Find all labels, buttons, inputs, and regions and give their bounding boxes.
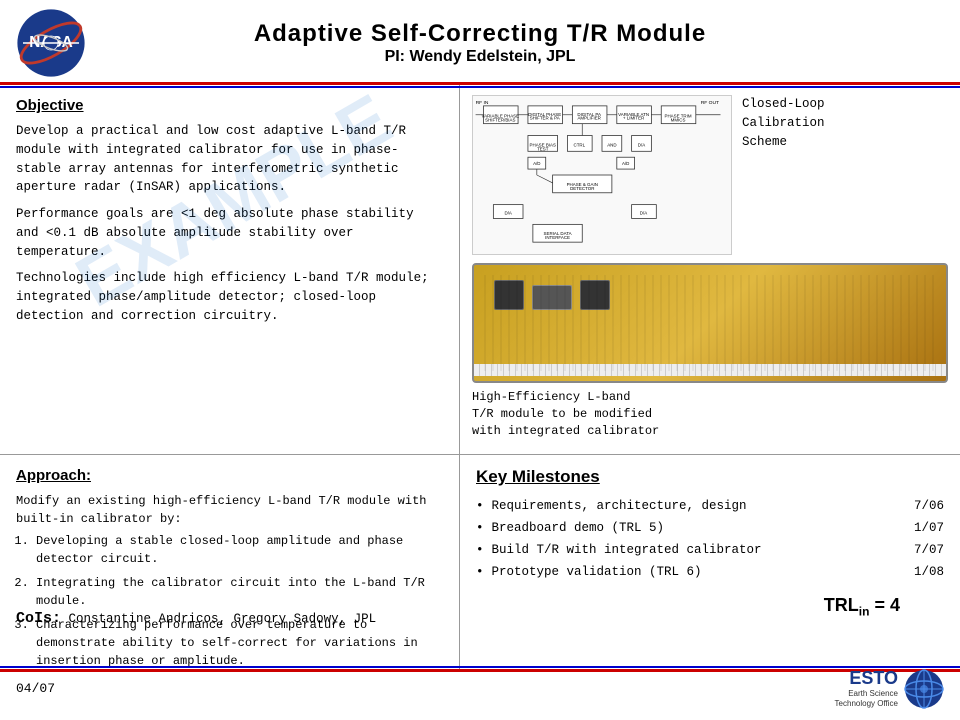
- approach-panel: Approach: Modify an existing high-effici…: [0, 455, 460, 669]
- calibration-label-block: Closed-LoopCalibrationScheme: [742, 95, 825, 255]
- trl-line: TRLin = 4: [824, 595, 900, 619]
- milestone-text-2: Build T/R with integrated calibrator: [492, 543, 762, 557]
- svg-text:D/A: D/A: [640, 211, 647, 216]
- svg-text:+ LIMITER: + LIMITER: [623, 116, 644, 121]
- milestone-text-0: Requirements, architecture, design: [492, 499, 747, 513]
- objective-para-3: Technologies include high efficiency L-b…: [16, 269, 443, 325]
- esto-logo: ESTO Earth ScienceTechnology Office: [835, 668, 944, 708]
- milestone-text-3: Prototype validation (TRL 6): [492, 565, 702, 579]
- svg-text:RF IN: RF IN: [476, 100, 489, 106]
- svg-text:TEST: TEST: [537, 146, 549, 151]
- calibration-label: Closed-LoopCalibrationScheme: [742, 95, 825, 151]
- svg-text:RF OUT: RF OUT: [701, 100, 719, 106]
- device-photo: [472, 263, 948, 383]
- device-caption: High-Efficiency L-bandT/R module to be m…: [472, 389, 948, 439]
- title-block: Adaptive Self-Correcting T/R Module PI: …: [86, 20, 874, 66]
- svg-text:A/D: A/D: [622, 161, 629, 166]
- milestones-heading: Key Milestones: [476, 467, 944, 487]
- milestone-date-1: 1/07: [914, 521, 944, 535]
- bullet-2: •: [476, 543, 484, 557]
- bullet-0: •: [476, 499, 484, 513]
- milestone-text-1: Breadboard demo (TRL 5): [492, 521, 665, 535]
- milestone-date-0: 7/06: [914, 499, 944, 513]
- top-section: Objective Develop a practical and low co…: [0, 85, 960, 455]
- cois-line: CoIs: Constantine Andricos, Gregory Sado…: [16, 610, 376, 627]
- milestone-item-1: • Breadboard demo (TRL 5) 1/07: [476, 521, 944, 535]
- trl-subscript: in: [859, 605, 870, 619]
- chip-2: [532, 285, 572, 310]
- svg-text:INTERFACE: INTERFACE: [545, 235, 570, 240]
- diagram-area: RF IN RF OUT VARIABLE PHASE SHIFTER/BIAS…: [472, 95, 948, 255]
- nasa-logo: NASA: [16, 8, 86, 78]
- bottom-section: Approach: Modify an existing high-effici…: [0, 455, 960, 669]
- chip-1: [494, 280, 524, 310]
- cois-label: CoIs:: [16, 610, 61, 627]
- bullet-1: •: [476, 521, 484, 535]
- footer-date: 04/07: [16, 681, 55, 696]
- trl-label: TRL: [824, 595, 859, 615]
- right-top-panel: RF IN RF OUT VARIABLE PHASE SHIFTER/BIAS…: [460, 85, 960, 454]
- page-footer: 04/07 ESTO Earth ScienceTechnology Offic…: [0, 669, 960, 705]
- svg-text:SHIFTER/BIAS: SHIFTER/BIAS: [485, 118, 515, 123]
- svg-text:D/A: D/A: [638, 142, 645, 147]
- milestone-date-3: 1/08: [914, 565, 944, 579]
- milestone-item-3: • Prototype validation (TRL 6) 1/08: [476, 565, 944, 579]
- approach-steps: Developing a stable closed-loop amplitud…: [36, 532, 443, 670]
- milestones-panel: Key Milestones • Requirements, architect…: [460, 455, 960, 669]
- approach-heading: Approach:: [16, 467, 443, 484]
- cois-names: Constantine Andricos, Gregory Sadowy, JP…: [69, 612, 377, 626]
- svg-text:AND: AND: [607, 142, 616, 147]
- trl-value: = 4: [874, 595, 900, 615]
- svg-text:D/A: D/A: [504, 211, 511, 216]
- svg-text:MMICS: MMICS: [671, 118, 686, 123]
- esto-text: ESTO: [835, 668, 898, 689]
- objective-para-2: Performance goals are <1 deg absolute ph…: [16, 205, 443, 261]
- objective-panel: Objective Develop a practical and low co…: [0, 85, 460, 454]
- esto-icon: [904, 669, 944, 709]
- milestone-item-2: • Build T/R with integrated calibrator 7…: [476, 543, 944, 557]
- milestone-date-2: 7/07: [914, 543, 944, 557]
- svg-text:A/D: A/D: [533, 161, 540, 166]
- main-title: Adaptive Self-Correcting T/R Module: [86, 20, 874, 48]
- milestone-item-0: • Requirements, architecture, design 7/0…: [476, 499, 944, 513]
- bullet-3: •: [476, 565, 484, 579]
- objective-heading: Objective: [16, 97, 443, 114]
- svg-text:DETECTOR: DETECTOR: [570, 186, 594, 191]
- approach-step-1: Developing a stable closed-loop amplitud…: [36, 532, 443, 568]
- approach-step-2: Integrating the calibrator circuit into …: [36, 574, 443, 610]
- esto-subtext: Earth ScienceTechnology Office: [835, 689, 898, 708]
- svg-text:CTRL: CTRL: [573, 142, 585, 147]
- chip-3: [580, 280, 610, 310]
- objective-para-1: Develop a practical and low cost adaptiv…: [16, 122, 443, 197]
- svg-text:AMPLIFIER: AMPLIFIER: [577, 116, 600, 121]
- svg-text:SHIFTER & PA: SHIFTER & PA: [530, 116, 560, 121]
- page-header: NASA Adaptive Self-Correcting T/R Module…: [0, 0, 960, 85]
- circuit-diagram: RF IN RF OUT VARIABLE PHASE SHIFTER/BIAS…: [472, 95, 732, 255]
- approach-intro: Modify an existing high-efficiency L-ban…: [16, 492, 443, 528]
- device-components: [494, 280, 610, 310]
- subtitle: PI: Wendy Edelstein, JPL: [86, 48, 874, 66]
